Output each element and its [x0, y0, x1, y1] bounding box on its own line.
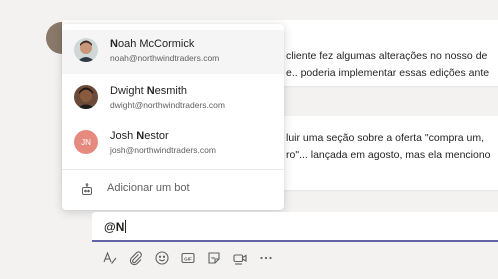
person-email: josh@northwindtraders.com: [110, 145, 216, 155]
bot-icon: [80, 183, 94, 197]
meet-now-icon[interactable]: [232, 250, 248, 266]
mention-suggestions-popup: Noah McCormick noah@northwindtraders.com…: [62, 24, 284, 210]
sticker-icon[interactable]: [206, 250, 222, 266]
mention-suggestion-dwight[interactable]: Dwight Nesmith dwight@northwindtraders.c…: [62, 77, 284, 121]
person-email: noah@northwindtraders.com: [110, 53, 220, 63]
message-line: luir uma seção sobre a oferta "compra um…: [286, 132, 485, 144]
message-line: cliente fez algumas alterações no nosso …: [286, 50, 488, 62]
person-name: Dwight Nesmith: [110, 85, 188, 97]
svg-text:GIF: GIF: [184, 256, 192, 261]
avatar: [74, 85, 98, 109]
message-text: luir uma seção sobre a oferta "compra um…: [286, 130, 491, 164]
text-caret: [125, 220, 127, 233]
avatar: [74, 38, 98, 62]
person-name: Josh Nestor: [110, 130, 169, 142]
attach-icon[interactable]: [128, 250, 144, 266]
message-text: cliente fez algumas alterações no nosso …: [286, 48, 489, 82]
avatar: JN: [74, 130, 98, 154]
message-line: e.. poderia implementar essas edições an…: [286, 67, 490, 79]
message-line: ro"... lançada em agosto, mas ela mencio…: [286, 149, 491, 161]
add-bot-button[interactable]: Adicionar um bot: [62, 170, 284, 210]
add-bot-label: Adicionar um bot: [107, 182, 190, 194]
more-options-icon[interactable]: [258, 250, 274, 266]
person-email: dwight@northwindtraders.com: [110, 100, 225, 110]
mention-suggestion-noah[interactable]: Noah McCormick noah@northwindtraders.com: [62, 30, 284, 74]
format-icon[interactable]: [102, 250, 118, 266]
compose-text: @N: [104, 220, 127, 234]
avatar-initials: JN: [74, 130, 98, 154]
mention-suggestion-josh[interactable]: JN Josh Nestor josh@northwindtraders.com: [62, 122, 284, 166]
person-name: Noah McCormick: [110, 38, 195, 50]
compose-message-input[interactable]: @N: [92, 212, 498, 242]
gif-icon[interactable]: GIF: [180, 250, 196, 266]
emoji-icon[interactable]: [154, 250, 170, 266]
